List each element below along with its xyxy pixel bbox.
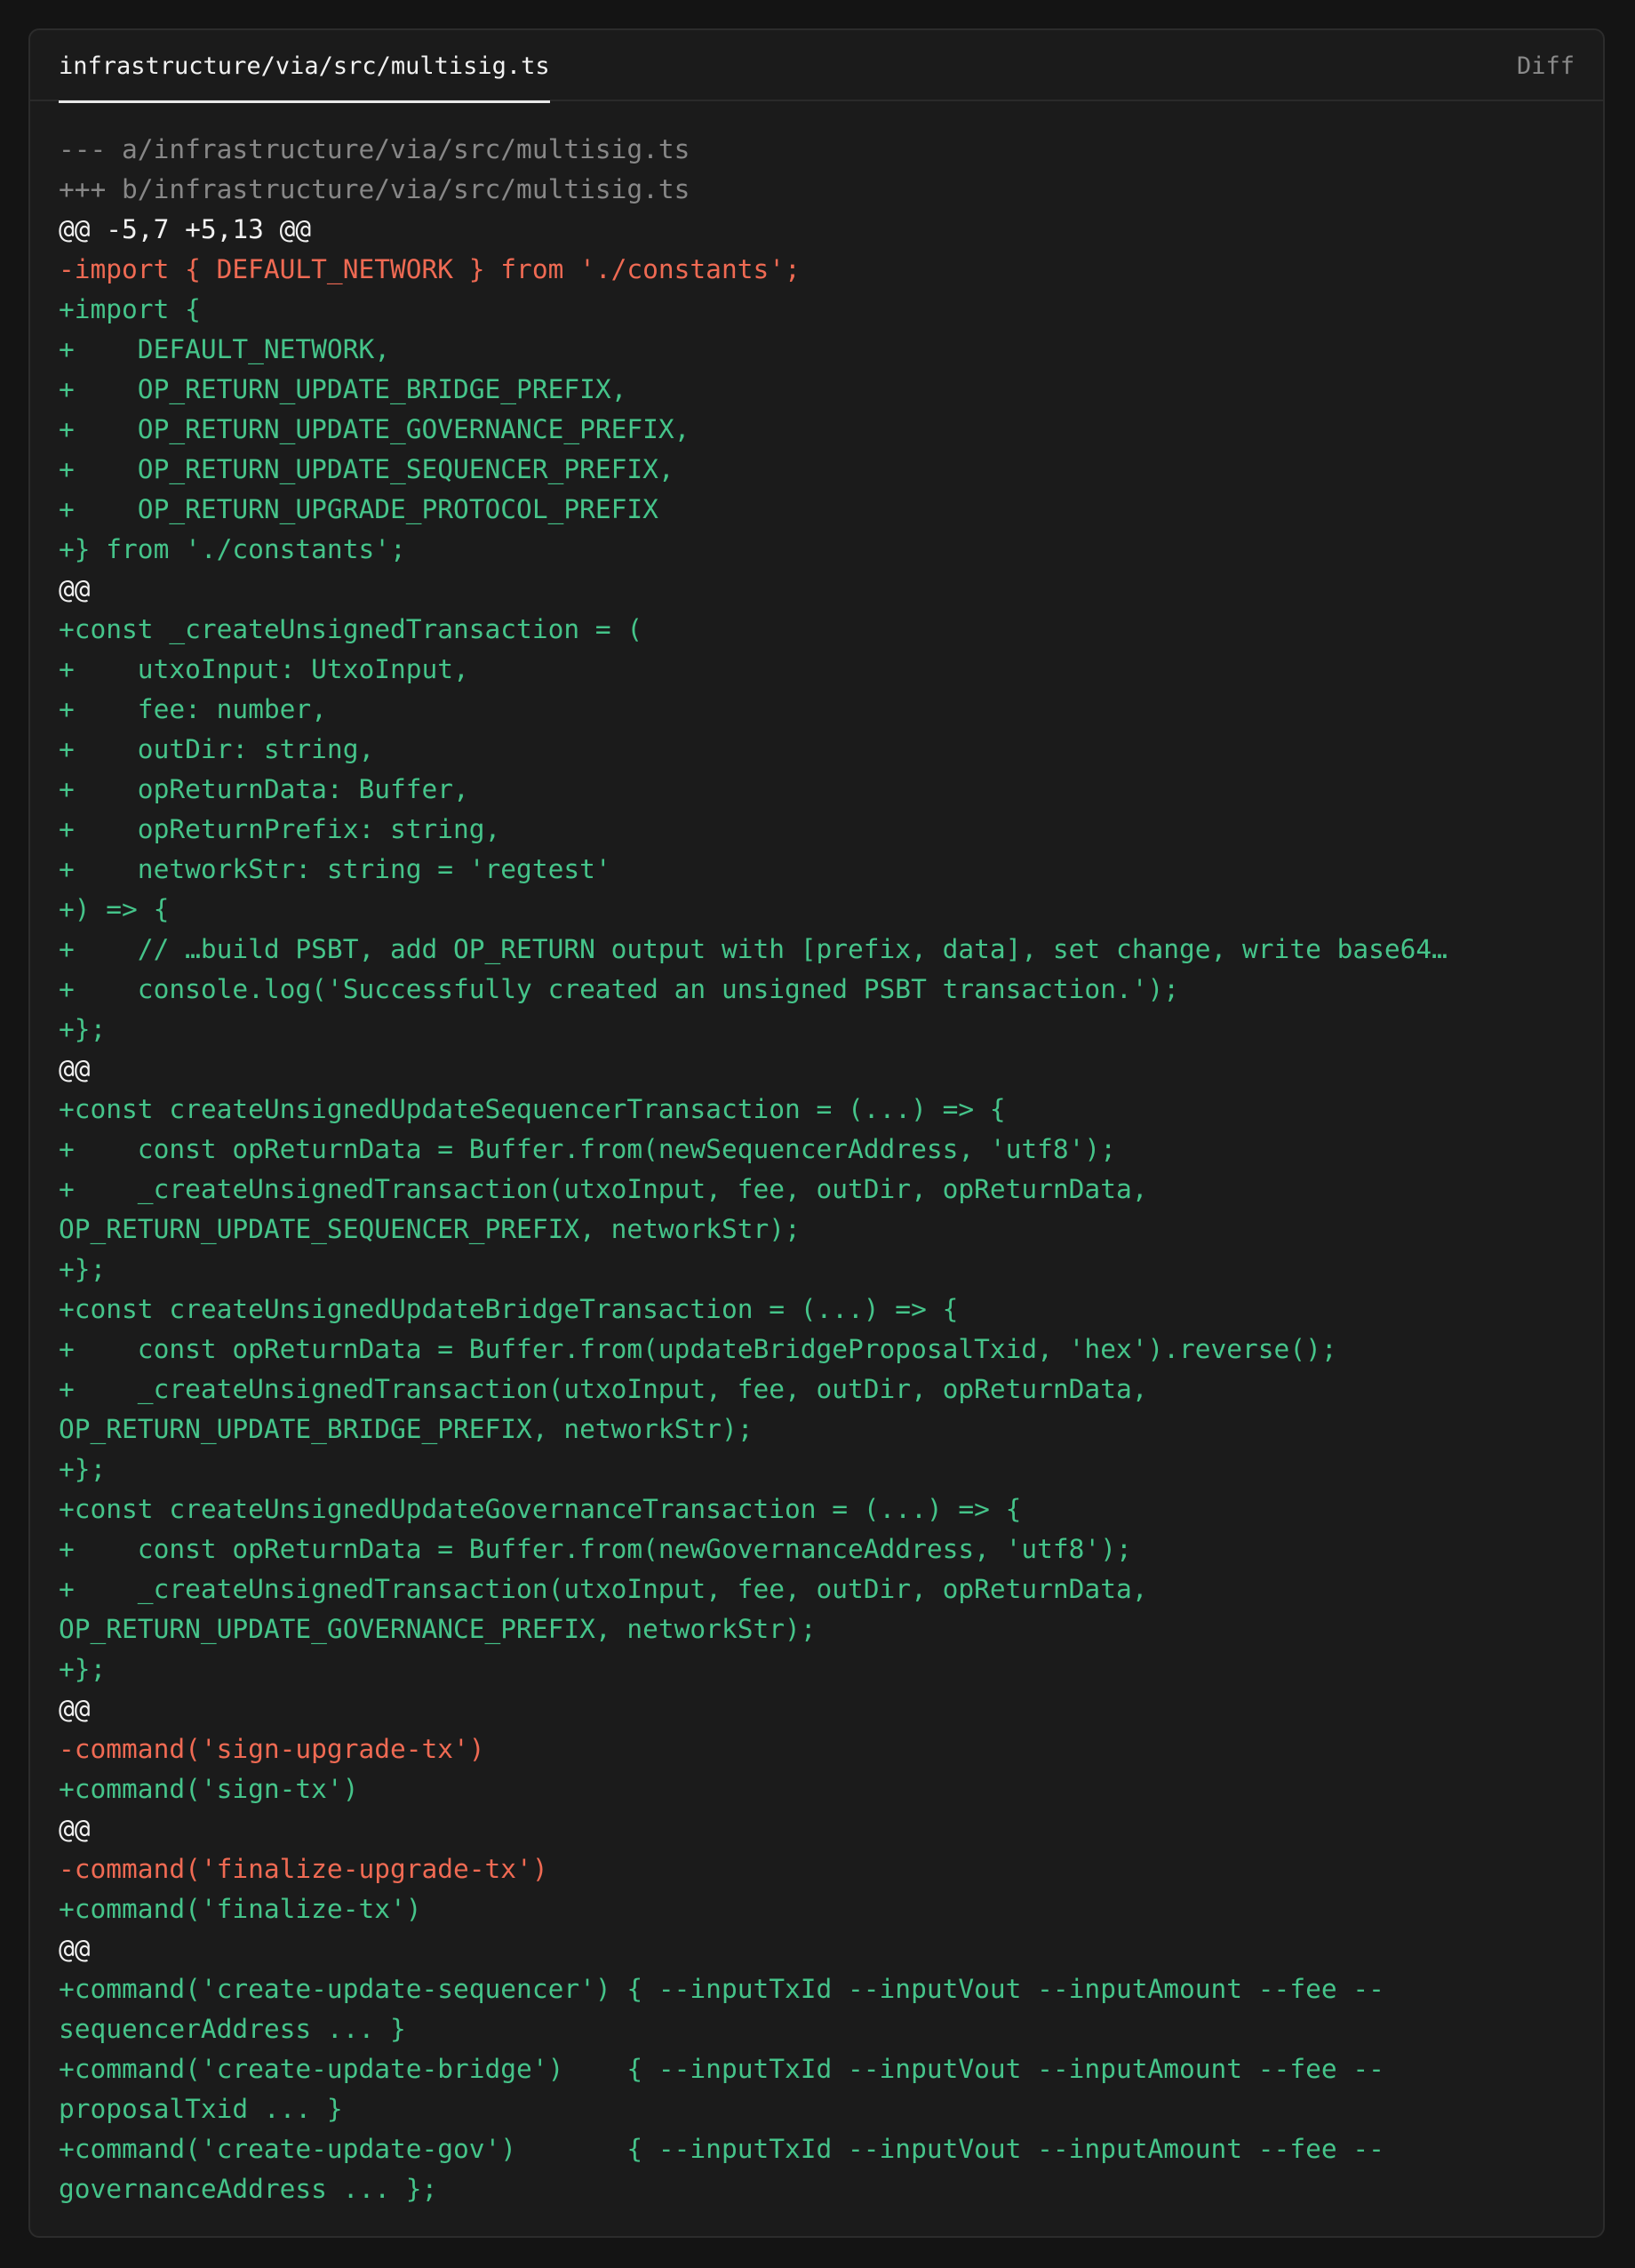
diff-hunk-line: @@ -5,7 +5,13 @@ bbox=[59, 214, 312, 244]
diff-hunk-line: @@ bbox=[59, 574, 91, 604]
diff-added-line: +command('create-update-sequencer') { --… bbox=[59, 1974, 1384, 2004]
diff-added-line: +const _createUnsignedTransaction = ( bbox=[59, 614, 643, 644]
diff-added-line: + opReturnData: Buffer, bbox=[59, 774, 469, 804]
diff-added-line: + console.log('Successfully created an u… bbox=[59, 974, 1179, 1004]
diff-added-line: + networkStr: string = 'regtest' bbox=[59, 854, 611, 884]
diff-added-line: + OP_RETURN_UPDATE_BRIDGE_PREFIX, bbox=[59, 374, 627, 404]
diff-added-line: +const createUnsignedUpdateBridgeTransac… bbox=[59, 1294, 959, 1324]
diff-added-line: governanceAddress ... }; bbox=[59, 2174, 438, 2204]
diff-added-line: + const opReturnData = Buffer.from(newGo… bbox=[59, 1534, 1132, 1564]
diff-code: --- a/infrastructure/via/src/multisig.ts… bbox=[59, 130, 1582, 2209]
file-tab[interactable]: infrastructure/via/src/multisig.ts bbox=[59, 30, 550, 103]
diff-removed-line: -import { DEFAULT_NETWORK } from './cons… bbox=[59, 254, 801, 284]
diff-added-line: OP_RETURN_UPDATE_GOVERNANCE_PREFIX, netw… bbox=[59, 1614, 817, 1644]
diff-added-line: OP_RETURN_UPDATE_SEQUENCER_PREFIX, netwo… bbox=[59, 1214, 801, 1244]
diff-added-line: + OP_RETURN_UPGRADE_PROTOCOL_PREFIX bbox=[59, 494, 658, 524]
diff-added-line: +command('finalize-tx') bbox=[59, 1894, 422, 1924]
diff-added-line: + fee: number, bbox=[59, 694, 327, 724]
diff-hunk-line: @@ bbox=[59, 1694, 91, 1724]
diff-hunk-line: @@ bbox=[59, 1054, 91, 1084]
diff-added-line: +command('create-update-bridge') { --inp… bbox=[59, 2054, 1384, 2084]
diff-panel: infrastructure/via/src/multisig.ts Diff … bbox=[28, 28, 1605, 2238]
diff-added-line: + OP_RETURN_UPDATE_GOVERNANCE_PREFIX, bbox=[59, 414, 690, 444]
diff-added-line: +}; bbox=[59, 1014, 107, 1044]
diff-file-header-line: --- a/infrastructure/via/src/multisig.ts bbox=[59, 134, 690, 164]
diff-added-line: + outDir: string, bbox=[59, 734, 375, 764]
diff-file-header-line: +++ b/infrastructure/via/src/multisig.ts bbox=[59, 174, 690, 204]
diff-added-line: + opReturnPrefix: string, bbox=[59, 814, 501, 844]
diff-added-line: +command('sign-tx') bbox=[59, 1774, 359, 1804]
diff-added-line: +} from './constants'; bbox=[59, 534, 406, 564]
diff-added-line: +import { bbox=[59, 294, 201, 324]
diff-added-line: +const createUnsignedUpdateSequencerTran… bbox=[59, 1094, 1006, 1124]
diff-hunk-line: @@ bbox=[59, 1934, 91, 1964]
diff-added-line: + _createUnsignedTransaction(utxoInput, … bbox=[59, 1174, 1148, 1204]
diff-header: infrastructure/via/src/multisig.ts Diff bbox=[30, 30, 1603, 103]
diff-added-line: OP_RETURN_UPDATE_BRIDGE_PREFIX, networkS… bbox=[59, 1414, 754, 1444]
diff-added-line: + // …build PSBT, add OP_RETURN output w… bbox=[59, 934, 1448, 964]
diff-added-line: +const createUnsignedUpdateGovernanceTra… bbox=[59, 1494, 1022, 1524]
diff-added-line: +}; bbox=[59, 1254, 107, 1284]
diff-added-line: +command('create-update-gov') { --inputT… bbox=[59, 2134, 1384, 2164]
view-mode-label: Diff bbox=[1516, 52, 1575, 80]
diff-added-line: + _createUnsignedTransaction(utxoInput, … bbox=[59, 1374, 1148, 1404]
diff-added-line: +) => { bbox=[59, 894, 170, 924]
diff-added-line: + DEFAULT_NETWORK, bbox=[59, 334, 390, 364]
diff-added-line: + utxoInput: UtxoInput, bbox=[59, 654, 469, 684]
diff-added-line: + const opReturnData = Buffer.from(newSe… bbox=[59, 1134, 1116, 1164]
diff-hunk-line: @@ bbox=[59, 1814, 91, 1844]
diff-added-line: + OP_RETURN_UPDATE_SEQUENCER_PREFIX, bbox=[59, 454, 674, 484]
diff-added-line: proposalTxid ... } bbox=[59, 2094, 343, 2124]
diff-added-line: +}; bbox=[59, 1654, 107, 1684]
diff-removed-line: -command('sign-upgrade-tx') bbox=[59, 1734, 485, 1764]
diff-added-line: + _createUnsignedTransaction(utxoInput, … bbox=[59, 1574, 1148, 1604]
diff-removed-line: -command('finalize-upgrade-tx') bbox=[59, 1854, 548, 1884]
diff-added-line: + const opReturnData = Buffer.from(updat… bbox=[59, 1334, 1337, 1364]
diff-added-line: sequencerAddress ... } bbox=[59, 2014, 406, 2044]
diff-added-line: +}; bbox=[59, 1454, 107, 1484]
